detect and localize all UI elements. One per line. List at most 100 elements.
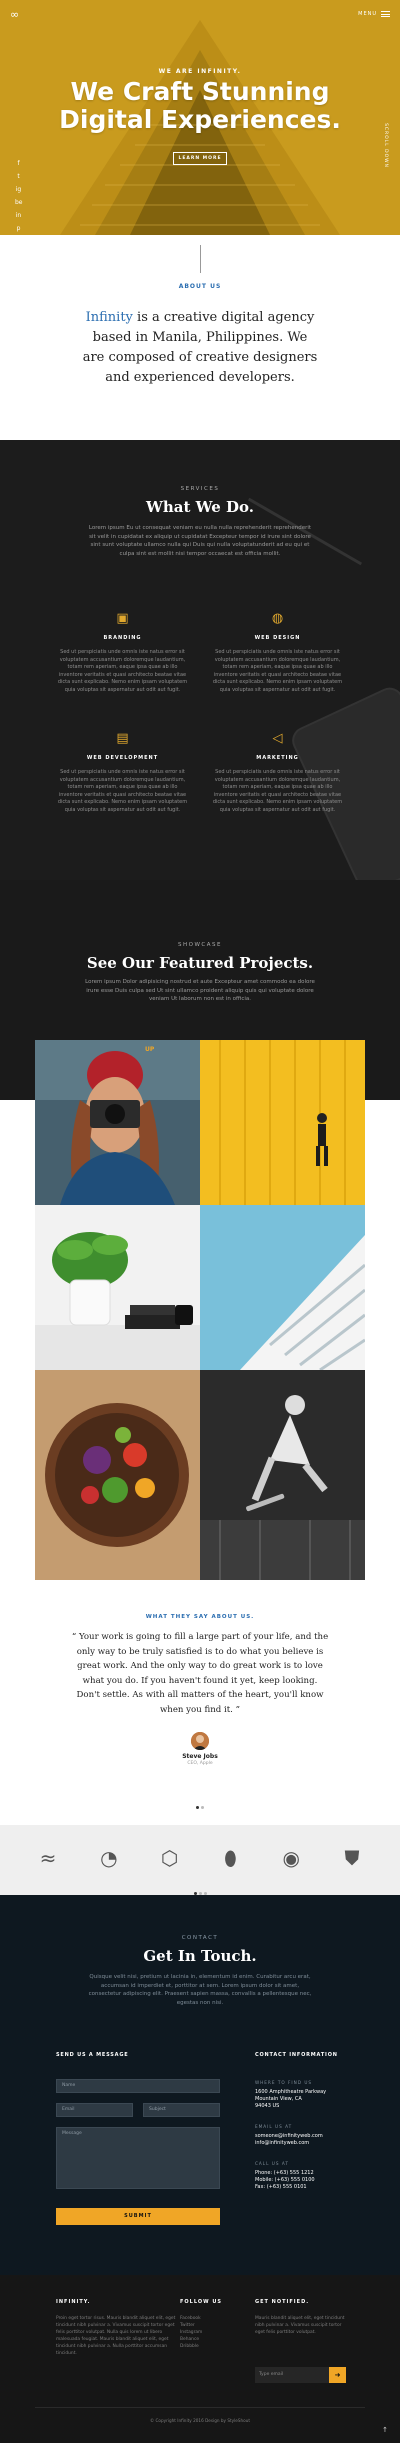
- footer-follow-title: FOLLOW US: [180, 2299, 223, 2305]
- contact-phone: CALL US AT Phone: (+63) 555 1212 Mobile:…: [255, 2160, 315, 2191]
- services-section: SERVICES What We Do. Lorem ipsum Eu ut c…: [0, 440, 400, 880]
- project-yellow-wall[interactable]: [200, 1040, 365, 1205]
- contact-label: CONTACT: [181, 1935, 219, 1941]
- service-description: Sed ut perspiciatis unde omnis iste natu…: [57, 649, 188, 693]
- firefox-icon: ◉: [282, 1846, 300, 1870]
- phone-line: Phone: (+63) 555 1212: [255, 2170, 314, 2176]
- showcase-title: See Our Featured Projects.: [86, 954, 314, 972]
- egg-icon: ⬮: [224, 1846, 237, 1870]
- subscribe-email-input[interactable]: Type email: [255, 2367, 329, 2383]
- footer: INFINITY. Proin eget tortor risus. Mauri…: [0, 2275, 400, 2443]
- project-salad[interactable]: [35, 1370, 200, 1580]
- clients-logos: ≈ ◔ ⬡ ⬮ ◉ ⛊: [35, 1847, 365, 1869]
- services-label: SERVICES: [180, 486, 220, 492]
- about-text: Infinity is a creative digital agency ba…: [80, 308, 320, 388]
- social-links: f t ig be in p: [15, 160, 23, 232]
- menu-toggle[interactable]: MENU: [358, 11, 390, 17]
- contact-info-title: CONTACT INFORMATION: [255, 2052, 338, 2058]
- hero-section: ∞ MENU WE ARE INFINITY. We Craft Stunnin…: [0, 0, 400, 235]
- skater-image: [200, 1370, 365, 1580]
- instagram-icon[interactable]: ig: [15, 186, 22, 193]
- browser-icon: ▤: [116, 731, 129, 746]
- project-skater[interactable]: [200, 1370, 365, 1580]
- brand-name: Infinity: [85, 310, 133, 325]
- salad-image: [35, 1370, 200, 1580]
- services-title: What We Do.: [146, 498, 254, 516]
- photographer-image: [35, 1040, 200, 1205]
- pager-dot[interactable]: [201, 1806, 204, 1809]
- service-web-design: ◍ WEB DESIGN Sed ut perspiciatis unde om…: [210, 612, 345, 695]
- email-field[interactable]: Email: [56, 2103, 133, 2117]
- copyright: © Copyright Infinity 2016 Design by Styl…: [149, 2418, 251, 2423]
- message-field[interactable]: Message: [56, 2127, 220, 2189]
- scroll-down-link[interactable]: SCROLL DOWN: [383, 123, 388, 168]
- pager-dot[interactable]: [196, 1806, 199, 1809]
- footer-notice-title: GET NOTIFIED.: [255, 2299, 310, 2305]
- service-branding: ▣ BRANDING Sed ut perspiciatis unde omni…: [55, 612, 190, 695]
- top-bar: ∞ MENU: [0, 0, 400, 30]
- footer-link-instagram[interactable]: Instagram: [180, 2329, 240, 2336]
- footer-link-twitter[interactable]: Twitter: [180, 2322, 240, 2329]
- showcase-intro: Lorem ipsum Dolor adipisicing nostrud et…: [85, 979, 315, 1002]
- subscribe-send-button[interactable]: ➜: [329, 2367, 346, 2383]
- footer-follow-links: Facebook Twitter Instagram Behance Dribb…: [180, 2315, 240, 2350]
- footer-link-facebook[interactable]: Facebook: [180, 2315, 240, 2322]
- back-to-top-icon[interactable]: ↑: [380, 2425, 390, 2435]
- hero-title: We Craft Stunning Digital Experiences.: [59, 77, 341, 134]
- project-photographer[interactable]: UP: [35, 1040, 200, 1205]
- hamburger-icon: [381, 11, 390, 17]
- service-description: Sed ut perspiciatis unde omnis iste natu…: [212, 649, 343, 693]
- testimonial-quote: “ Your work is going to fill a large par…: [71, 1632, 329, 1715]
- about-section: ABOUT US Infinity is a creative digital …: [0, 235, 400, 440]
- service-description: Sed ut perspiciatis unde omnis iste natu…: [57, 769, 188, 813]
- footer-divider: [35, 2407, 365, 2408]
- email-link[interactable]: someone@infinityweb.com: [255, 2133, 323, 2140]
- phone-line: Fax: (+63) 555 0101: [255, 2184, 307, 2190]
- palette-icon: ◍: [271, 611, 284, 626]
- service-web-development: ▤ WEB DEVELOPMENT Sed ut perspiciatis un…: [55, 732, 190, 815]
- megaphone-icon: ◁: [272, 731, 283, 746]
- services-intro: Lorem ipsum Eu ut consequat veniam eu nu…: [88, 525, 312, 557]
- project-plant[interactable]: [35, 1205, 200, 1370]
- address-label: WHERE TO FIND US: [255, 2080, 313, 2085]
- infinity-logo[interactable]: ∞: [10, 9, 26, 20]
- form-title: SEND US A MESSAGE: [56, 2052, 129, 2058]
- service-title: WEB DEVELOPMENT: [86, 755, 159, 761]
- cube-icon: ⬡: [160, 1846, 179, 1870]
- footer-about-text: Proin eget tortor risus. Mauris blandit …: [56, 2316, 176, 2356]
- contact-intro: Quisque velit nisi, pretium ut lacinia i…: [88, 1974, 312, 2006]
- behance-icon[interactable]: be: [15, 199, 23, 206]
- footer-link-behance[interactable]: Behance: [180, 2336, 240, 2343]
- contact-email: EMAIL US AT someone@infinityweb.com info…: [255, 2123, 323, 2147]
- service-title: WEB DESIGN: [254, 635, 301, 641]
- learn-more-button[interactable]: LEARN MORE: [173, 152, 227, 165]
- service-description: Sed ut perspiciatis unde omnis iste natu…: [212, 769, 343, 813]
- contact-section: CONTACT Get In Touch. Quisque velit nisi…: [0, 1895, 400, 2275]
- testimonial-label: WHAT THEY SAY ABOUT US.: [145, 1614, 255, 1620]
- tiger-icon: ⛊: [344, 1846, 360, 1870]
- yellow-wall-image: [200, 1040, 365, 1205]
- submit-button[interactable]: SUBMIT: [56, 2208, 220, 2225]
- twitter-icon[interactable]: t: [15, 173, 22, 180]
- name-field[interactable]: Name: [56, 2079, 220, 2093]
- address-line: Mountain View, CA: [255, 2096, 302, 2102]
- linkedin-icon[interactable]: in: [15, 212, 22, 219]
- facebook-icon[interactable]: f: [15, 160, 22, 167]
- projects-grid: UP: [35, 1040, 365, 1580]
- hero-subtitle: WE ARE INFINITY.: [158, 68, 242, 75]
- author-role: CEO, Apple: [187, 1761, 213, 1766]
- address-line: 94043 US: [255, 2103, 280, 2109]
- service-title: BRANDING: [103, 635, 142, 641]
- clients-section: ≈ ◔ ⬡ ⬮ ◉ ⛊: [0, 1825, 400, 1895]
- service-marketing: ◁ MARKETING Sed ut perspiciatis unde omn…: [210, 732, 345, 815]
- about-label: ABOUT US: [178, 283, 222, 290]
- subject-field[interactable]: Subject: [143, 2103, 220, 2117]
- phone-line: Mobile: (+63) 555 0100: [255, 2177, 315, 2183]
- testimonial-pager: [0, 1794, 400, 1813]
- footer-link-dribbble[interactable]: Dribbble: [180, 2343, 240, 2350]
- pinterest-icon[interactable]: p: [15, 225, 22, 232]
- author-name: Steve Jobs: [182, 1753, 218, 1760]
- plant-image: [35, 1205, 200, 1370]
- project-architecture[interactable]: [200, 1205, 365, 1370]
- email-link[interactable]: info@infinityweb.com: [255, 2140, 323, 2147]
